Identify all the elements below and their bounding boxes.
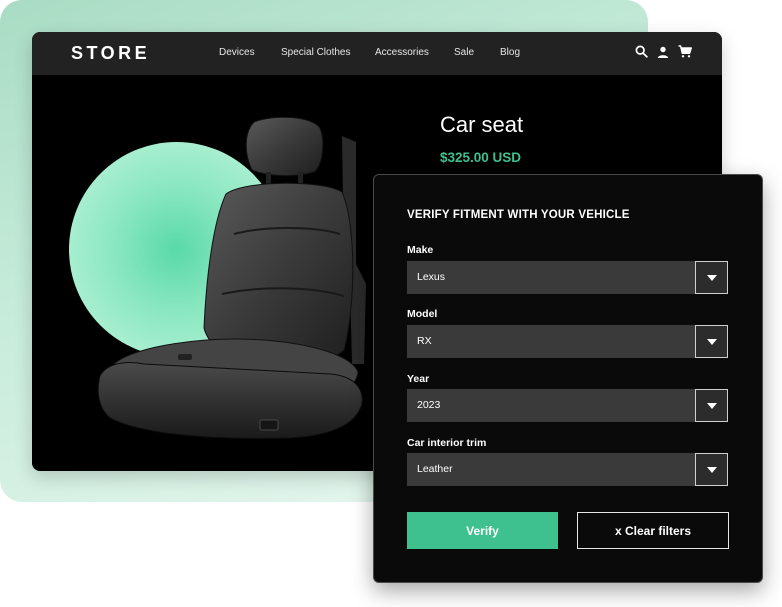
interior-trim-select[interactable]: Leather	[407, 453, 728, 486]
nav-item-accessories[interactable]: Accessories	[375, 47, 429, 58]
year-label: Year	[407, 373, 430, 385]
nav-item-special-clothes[interactable]: Special Clothes	[281, 47, 350, 58]
car-seat-image	[97, 116, 366, 439]
product-price: $325.00 USD	[440, 150, 522, 165]
nav-item-devices[interactable]: Devices	[219, 47, 255, 58]
user-icon[interactable]	[657, 46, 669, 58]
make-label: Make	[407, 244, 434, 256]
chevron-down-icon[interactable]	[695, 389, 728, 422]
model-label: Model	[407, 308, 438, 320]
make-select[interactable]: Lexus	[407, 261, 728, 294]
make-value: Lexus	[417, 271, 446, 283]
search-icon[interactable]	[635, 45, 648, 58]
header-icons	[635, 45, 692, 58]
cart-icon[interactable]	[678, 45, 692, 58]
top-navigation-bar: STORE Devices Special Clothes Accessorie…	[32, 32, 722, 75]
verify-button[interactable]: Verify	[407, 512, 558, 549]
interior-trim-label: Car interior trim	[407, 437, 487, 449]
chevron-down-icon[interactable]	[695, 325, 728, 358]
fitment-panel: VERIFY FITMENT WITH YOUR VEHICLE Make Le…	[373, 174, 763, 583]
nav-item-sale[interactable]: Sale	[454, 47, 474, 58]
chevron-down-icon[interactable]	[695, 261, 728, 294]
main-nav: Devices Special Clothes Accessories Sale…	[32, 47, 722, 63]
fitment-heading: VERIFY FITMENT WITH YOUR VEHICLE	[407, 209, 630, 221]
model-value: RX	[417, 335, 432, 347]
chevron-down-icon[interactable]	[695, 453, 728, 486]
year-value: 2023	[417, 399, 441, 411]
clear-filters-button[interactable]: x Clear filters	[577, 512, 729, 549]
model-select[interactable]: RX	[407, 325, 728, 358]
nav-item-blog[interactable]: Blog	[500, 47, 520, 58]
interior-trim-value: Leather	[417, 463, 453, 475]
product-title: Car seat	[440, 112, 524, 137]
year-select[interactable]: 2023	[407, 389, 728, 422]
